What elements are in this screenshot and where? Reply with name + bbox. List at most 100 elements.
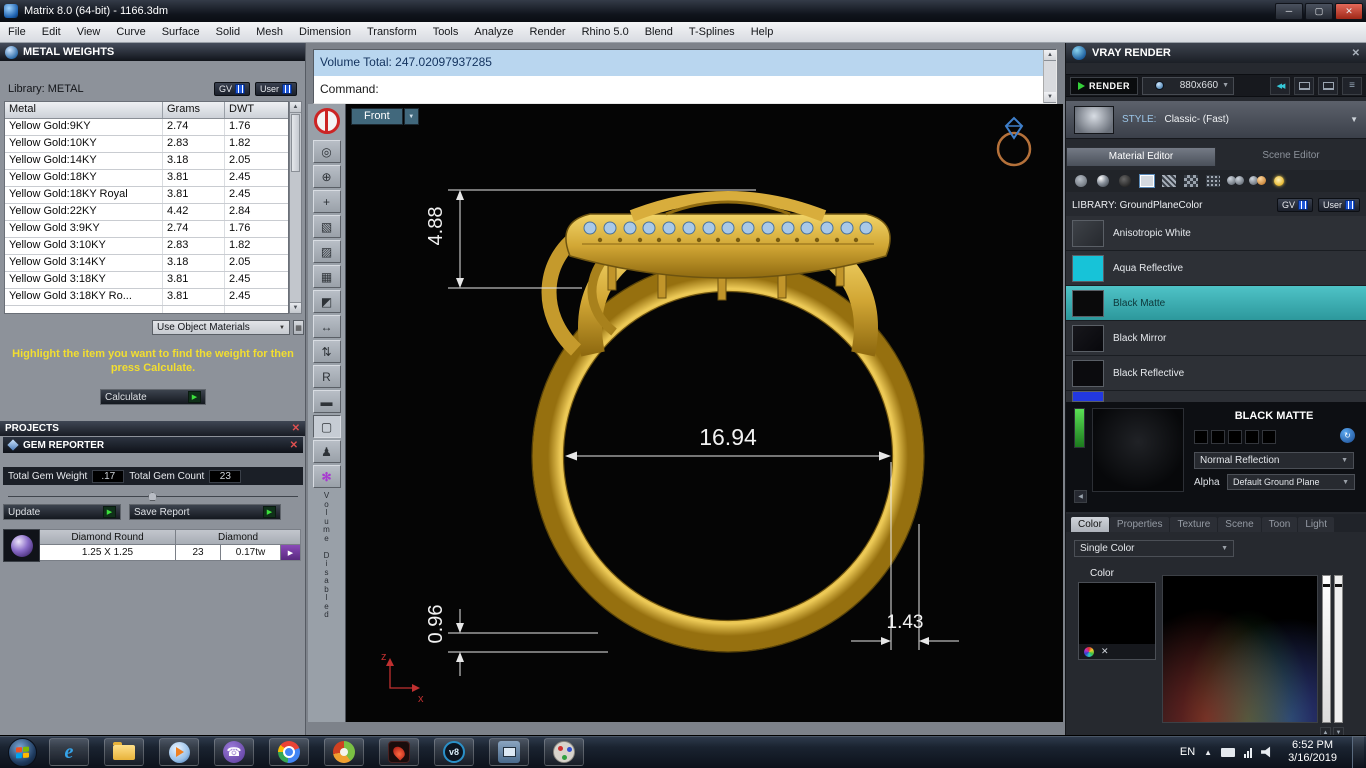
language-indicator[interactable]: EN xyxy=(1180,746,1195,758)
menu-item-tsplines[interactable]: T-Splines xyxy=(681,24,743,40)
gem-thumbnail[interactable] xyxy=(3,529,40,562)
preview-mode-icon[interactable] xyxy=(1245,430,1259,444)
keyboard-icon[interactable] xyxy=(1221,747,1236,757)
material-item[interactable]: Black Reflective xyxy=(1066,356,1366,391)
color-picker-gradient[interactable] xyxy=(1162,575,1318,723)
chevron-down-icon[interactable]: ▼ xyxy=(1350,115,1358,124)
material-item[interactable]: Black Mirror xyxy=(1066,321,1366,356)
tab-toon[interactable]: Toon xyxy=(1261,517,1298,532)
noise-texture-icon[interactable] xyxy=(1204,173,1222,189)
cube-tool-button-3[interactable]: ▦ xyxy=(312,265,341,288)
bounds-tool-button[interactable]: ▢ xyxy=(312,415,341,438)
ground-plane-dropdown[interactable]: Default Ground Plane ▼ xyxy=(1227,474,1355,490)
material-pot-icon[interactable] xyxy=(1072,173,1090,189)
axis-tool-button[interactable]: ⇅ xyxy=(312,340,341,363)
menu-item-help[interactable]: Help xyxy=(743,24,782,40)
tab-scene[interactable]: Scene xyxy=(1218,517,1261,532)
menu-item-mesh[interactable]: Mesh xyxy=(248,24,291,40)
collapse-left-icon[interactable]: ◀ xyxy=(1074,490,1087,503)
scroll-down-icon[interactable]: ▼ xyxy=(290,302,301,313)
vray-user-button[interactable]: User xyxy=(1317,198,1360,212)
menu-item-analyze[interactable]: Analyze xyxy=(466,24,521,40)
taskbar-viber-button[interactable]: ☎ xyxy=(214,738,254,766)
menu-item-rhino[interactable]: Rhino 5.0 xyxy=(574,24,637,40)
alpha-slider[interactable] xyxy=(1334,575,1343,723)
taskbar-paint-button[interactable] xyxy=(544,738,584,766)
resolution-dropdown[interactable]: 880x660 ▼ xyxy=(1142,76,1235,95)
value-slider[interactable] xyxy=(1322,575,1331,723)
tab-light[interactable]: Light xyxy=(1298,517,1335,532)
scrollbar-thumb[interactable] xyxy=(291,114,300,172)
menu-item-edit[interactable]: Edit xyxy=(34,24,69,40)
style-row[interactable]: STYLE: Classic- (Fast) ▼ xyxy=(1066,101,1366,139)
cube-tool-button-4[interactable]: ◩ xyxy=(312,290,341,313)
command-prompt[interactable]: Command: xyxy=(314,76,1056,102)
view-name-label[interactable]: Front xyxy=(351,108,403,125)
maximize-button[interactable]: ▢ xyxy=(1305,2,1333,20)
total-gem-weight-value[interactable]: .17 xyxy=(92,469,125,483)
color-mode-dropdown[interactable]: Single Color ▼ xyxy=(1074,540,1234,557)
lightbulb-icon[interactable] xyxy=(1270,173,1288,189)
table-row[interactable]: Yellow Gold:14KY 3.18 2.05 xyxy=(5,153,288,170)
save-report-button[interactable]: Save Report ▶ xyxy=(129,504,281,520)
viewport[interactable]: ◎ ⊕ + ▧ ▨ ▦ ◩ ↔ ⇅ R ▬ ▢ ♟ ✻ V o l u m e … xyxy=(308,104,1063,722)
gem-go-button[interactable]: ▶ xyxy=(281,545,301,561)
table-row[interactable]: Yellow Gold:18KY Royal 3.81 2.45 xyxy=(5,187,288,204)
tab-color[interactable]: Color xyxy=(1071,517,1109,532)
menu-item-view[interactable]: View xyxy=(69,24,109,40)
clear-color-icon[interactable]: ✕ xyxy=(1101,646,1109,657)
diagonal-texture-icon[interactable] xyxy=(1160,173,1178,189)
scroll-up-icon[interactable]: ▲ xyxy=(290,102,301,113)
preview-mode-icon[interactable] xyxy=(1211,430,1225,444)
material-item[interactable]: Aqua Reflective xyxy=(1066,251,1366,286)
preview-mode-icon[interactable] xyxy=(1262,430,1276,444)
sphere-tool-button[interactable]: ⊕ xyxy=(312,165,341,188)
display-button-2[interactable] xyxy=(1318,76,1338,95)
tab-properties[interactable]: Properties xyxy=(1109,517,1170,532)
menu-item-surface[interactable]: Surface xyxy=(154,24,208,40)
user-button[interactable]: User xyxy=(254,82,297,96)
color-swatch[interactable]: ✕ xyxy=(1078,582,1156,660)
spheres-link-icon[interactable] xyxy=(1248,173,1266,189)
render-flower-button[interactable]: ✻ xyxy=(312,465,341,488)
menu-item-solid[interactable]: Solid xyxy=(208,24,248,40)
tray-chevron-up-icon[interactable]: ▲ xyxy=(1204,748,1212,757)
taskbar-app-button-2[interactable] xyxy=(379,738,419,766)
vray-close-icon[interactable]: ✕ xyxy=(1352,48,1360,59)
material-item-selected[interactable]: Black Matte xyxy=(1066,286,1366,321)
matte-sphere-icon[interactable] xyxy=(1116,173,1134,189)
cube-tool-button[interactable]: ▧ xyxy=(312,215,341,238)
tab-material-editor[interactable]: Material Editor xyxy=(1066,147,1216,166)
glossy-sphere-icon[interactable] xyxy=(1094,173,1112,189)
close-button[interactable]: ✕ xyxy=(1335,2,1363,20)
dimension-tool-button[interactable]: ↔ xyxy=(312,315,341,338)
color-wheel-icon[interactable] xyxy=(1084,646,1094,657)
table-row[interactable]: Yellow Gold:18KY 3.81 2.45 xyxy=(5,170,288,187)
viewport-canvas[interactable]: Front ▼ 16.94 4.88 0.96 1.43 z x xyxy=(346,104,1055,722)
menu-item-tools[interactable]: Tools xyxy=(425,24,467,40)
minimize-button[interactable]: ─ xyxy=(1275,2,1303,20)
display-button[interactable] xyxy=(1294,76,1314,95)
command-area[interactable]: Volume Total: 247.02097937285 Command: ▲… xyxy=(313,49,1057,104)
metal-table-scrollbar[interactable]: ▲ ▼ xyxy=(289,101,302,314)
view-dropdown-icon[interactable]: ▼ xyxy=(403,108,419,125)
green-slider[interactable] xyxy=(1074,408,1085,448)
globe-tool-button[interactable]: ◎ xyxy=(312,140,341,163)
taskbar-explorer-button[interactable] xyxy=(104,738,144,766)
taskbar-chrome-button[interactable] xyxy=(269,738,309,766)
spheres-swap-icon[interactable] xyxy=(1226,173,1244,189)
projects-close-icon[interactable]: ✕ xyxy=(292,423,300,434)
menu-item-dimension[interactable]: Dimension xyxy=(291,24,359,40)
checker-texture-icon[interactable] xyxy=(1182,173,1200,189)
taskbar-ie-button[interactable]: e xyxy=(49,738,89,766)
menu-item-blend[interactable]: Blend xyxy=(637,24,681,40)
table-row[interactable]: Yellow Gold:22KY 4.42 2.84 xyxy=(5,204,288,221)
gem-reporter-slider[interactable] xyxy=(8,492,298,501)
vray-gv-button[interactable]: GV xyxy=(1276,198,1313,212)
move-tool-button[interactable]: + xyxy=(312,190,341,213)
table-row[interactable]: Yellow Gold 3:14KY 3.18 2.05 xyxy=(5,255,288,272)
table-row[interactable]: Yellow Gold 3:18KY 3.81 2.45 xyxy=(5,272,288,289)
preview-mode-icon[interactable] xyxy=(1194,430,1208,444)
menu-item-render[interactable]: Render xyxy=(522,24,574,40)
menu-item-transform[interactable]: Transform xyxy=(359,24,425,40)
